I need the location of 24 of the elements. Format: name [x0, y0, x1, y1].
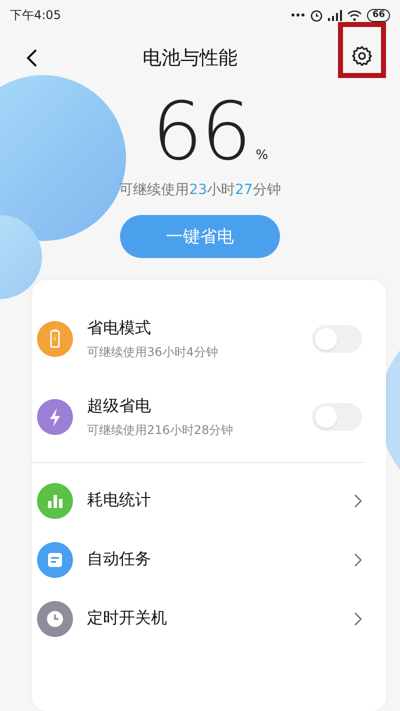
settings-icon [351, 44, 373, 66]
mode-toggle[interactable] [312, 325, 362, 353]
mode-toggle[interactable] [312, 403, 362, 431]
mode-subtitle: 可继续使用216小时28分钟 [87, 422, 234, 438]
back-icon [26, 48, 38, 68]
dots-icon [291, 13, 306, 17]
mode-subtitle: 可继续使用36小时4分钟 [87, 344, 219, 360]
percent-unit: % [256, 148, 268, 163]
mode-title: 省电模式 [87, 318, 152, 338]
menu-item[interactable]: 自动任务 [32, 530, 386, 589]
page-title: 电池与性能 [142, 46, 238, 70]
menu-item[interactable]: 耗电统计 [32, 471, 386, 530]
chevron-icon [354, 494, 362, 508]
status-time: 下午4:05 [10, 6, 61, 24]
alarm-icon [310, 8, 324, 22]
battery-level: 66 [367, 8, 390, 22]
remaining-time: 可继续使用23小时27分钟 [119, 181, 281, 199]
wifi-icon [347, 10, 362, 20]
menu-item[interactable]: 定时开关机 [32, 589, 386, 648]
battery-percentage: 66 [152, 87, 250, 177]
mode-title: 超级省电 [87, 396, 152, 416]
signal-icon [328, 10, 342, 20]
chevron-icon [354, 552, 362, 566]
chevron-icon [354, 612, 362, 626]
